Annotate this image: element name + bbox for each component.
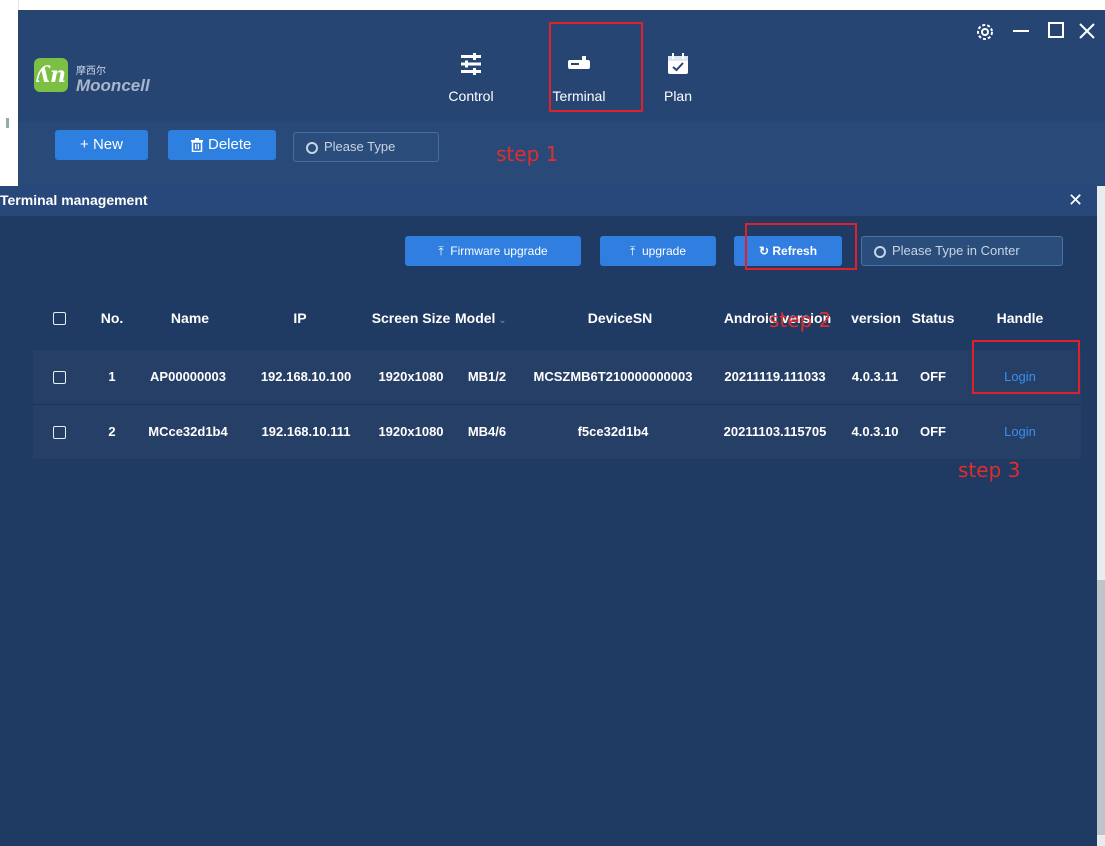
- table-row: 2 MCce32d1b4 192.168.10.111 1920x1080 MB…: [33, 405, 1081, 459]
- col-status: Status: [911, 310, 955, 326]
- control-sliders-icon: [461, 53, 481, 75]
- upgrade-label: upgrade: [641, 244, 687, 258]
- col-model[interactable]: Model ⌄: [455, 310, 517, 326]
- brand-name-en: Mooncell: [76, 76, 150, 95]
- step3-annotation: step 3: [958, 458, 1021, 482]
- highlight-terminal-box: [549, 22, 643, 112]
- top-search-placeholder: Please Type: [324, 139, 396, 154]
- col-name: Name: [170, 310, 210, 326]
- col-version: version: [851, 310, 901, 326]
- cell-status: OFF: [920, 424, 946, 439]
- cell-ip: 192.168.10.100: [260, 369, 352, 384]
- col-device-sn: DeviceSN: [587, 310, 653, 326]
- search-icon: [874, 246, 886, 258]
- upload-icon: ⤒: [629, 244, 636, 258]
- highlight-refresh-box: [745, 223, 857, 270]
- delete-button[interactable]: Delete: [168, 130, 276, 160]
- minimize-icon[interactable]: [1011, 20, 1031, 40]
- sort-chevron-down-icon: ⌄: [495, 315, 507, 326]
- dialog-header: Terminal management ✕: [0, 186, 1097, 216]
- cell-device-sn: MCSZMB6T210000000003: [533, 369, 693, 384]
- cell-version: 4.0.3.11: [851, 369, 899, 384]
- dialog-title: Terminal management: [0, 192, 148, 208]
- cell-ip: 192.168.10.111: [261, 424, 351, 439]
- calendar-check-icon: [668, 53, 688, 74]
- close-icon[interactable]: [1078, 22, 1096, 40]
- nav-control-label: Control: [448, 88, 494, 104]
- upgrade-button[interactable]: ⤒ upgrade: [600, 236, 716, 266]
- maximize-icon[interactable]: [1048, 22, 1064, 38]
- step1-annotation: step 1: [496, 142, 559, 166]
- top-search-input[interactable]: Please Type: [293, 132, 439, 162]
- delete-button-label: Delete: [208, 136, 252, 153]
- cell-android-version: 20211119.111033: [724, 369, 826, 384]
- brand-name-cn: 摩西尔: [76, 66, 106, 77]
- cell-no: 1: [108, 369, 116, 384]
- cell-no: 2: [108, 424, 116, 439]
- dialog-close-icon[interactable]: ✕: [1068, 190, 1083, 211]
- cell-model: MB4/6: [467, 424, 507, 439]
- step2-annotation: step 2: [769, 308, 832, 332]
- cell-version: 4.0.3.10: [851, 424, 899, 439]
- cell-name: MCce32d1b4: [148, 424, 228, 439]
- mooncell-logo-icon: ʎn: [34, 58, 68, 92]
- col-handle: Handle: [996, 310, 1044, 326]
- background-window-edge: [0, 0, 19, 186]
- scrollbar-thumb[interactable]: [1097, 580, 1105, 835]
- new-button[interactable]: + New: [55, 130, 148, 160]
- upload-icon: ⤒: [438, 244, 444, 258]
- col-no: No.: [100, 310, 124, 326]
- firmware-upgrade-button[interactable]: ⤒ Firmware upgrade: [405, 236, 581, 266]
- cell-screen-size: 1920x1080: [378, 369, 444, 384]
- edge-marker: [6, 118, 9, 128]
- app-window: ʎn 摩西尔 Mooncell Control Terminal Plan + …: [18, 10, 1105, 186]
- cell-screen-size: 1920x1080: [378, 424, 444, 439]
- settings-icon[interactable]: [975, 22, 995, 42]
- terminal-management-dialog: Terminal management ✕ ⤒ Firmware upgrade…: [0, 186, 1097, 846]
- highlight-login-box: [972, 340, 1080, 394]
- col-model-label: Model: [455, 310, 496, 326]
- table-row: 1 AP00000003 192.168.10.100 1920x1080 MB…: [33, 350, 1081, 405]
- dialog-search-placeholder: Please Type in Conter: [892, 243, 1020, 258]
- col-screen-size: Screen Size: [371, 310, 451, 326]
- cell-android-version: 20211103.115705: [723, 424, 827, 439]
- trash-icon: [191, 138, 203, 152]
- nav-plan-label: Plan: [663, 88, 693, 104]
- row-checkbox[interactable]: [53, 426, 66, 439]
- select-all-checkbox[interactable]: [53, 312, 66, 325]
- search-icon: [306, 142, 318, 154]
- nav-control[interactable]: Control: [436, 50, 506, 108]
- login-link[interactable]: Login: [990, 405, 1050, 459]
- top-navigation-bar: ʎn 摩西尔 Mooncell Control Terminal Plan: [18, 10, 1105, 122]
- cell-model: MB1/2: [467, 369, 507, 384]
- nav-plan[interactable]: Plan: [643, 50, 713, 108]
- firmware-upgrade-label: Firmware upgrade: [450, 244, 548, 258]
- col-ip: IP: [293, 310, 307, 326]
- cell-device-sn: f5ce32d1b4: [577, 424, 649, 439]
- cell-name: AP00000003: [150, 369, 226, 384]
- dialog-search-input[interactable]: Please Type in Conter: [861, 236, 1063, 266]
- row-checkbox[interactable]: [53, 371, 66, 384]
- cell-status: OFF: [920, 369, 946, 384]
